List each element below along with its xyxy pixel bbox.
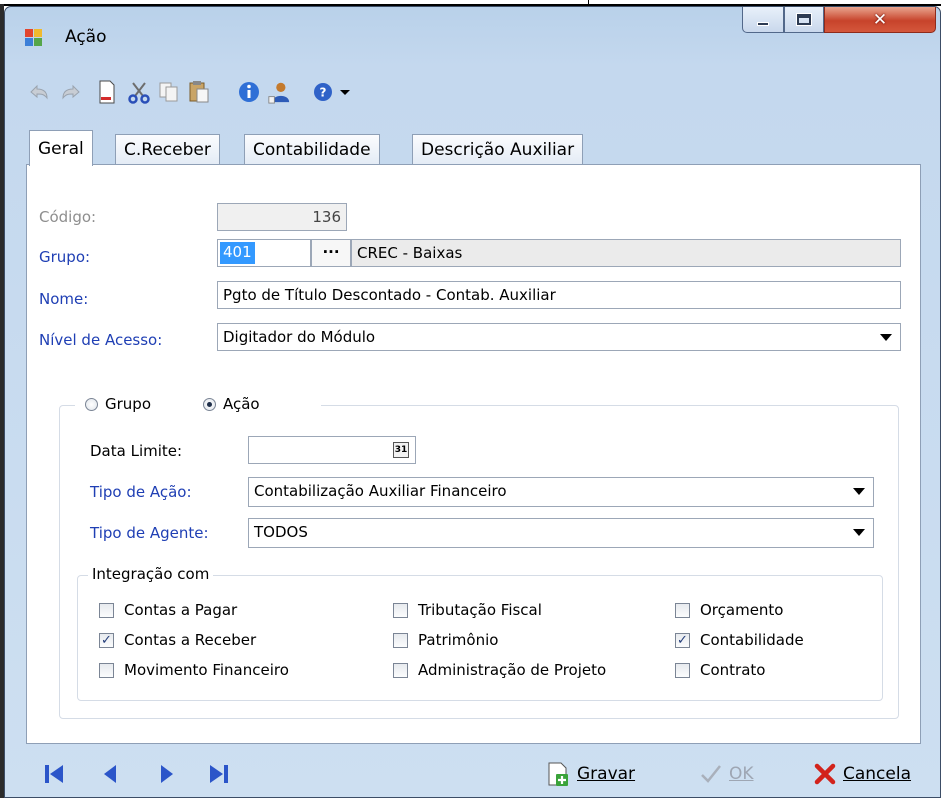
svg-text:?: ?: [320, 86, 327, 100]
nivel-acesso-value: Digitador do Módulo: [223, 328, 376, 346]
data-limite-field[interactable]: 31: [248, 436, 416, 464]
tipo-agente-label: Tipo de Agente:: [90, 524, 209, 542]
tipo-acao-value: Contabilização Auxiliar Financeiro: [254, 482, 507, 500]
maximize-button[interactable]: [784, 7, 824, 33]
nome-field[interactable]: Pgto de Título Descontado - Contab. Auxi…: [217, 281, 901, 309]
patrimonio-label[interactable]: Patrimônio: [418, 631, 498, 649]
redo-icon[interactable]: [59, 79, 83, 105]
data-limite-label: Data Limite:: [90, 442, 183, 460]
cancela-label: Cancela: [843, 764, 912, 784]
tab-c-receber[interactable]: C.Receber: [115, 134, 220, 165]
close-button[interactable]: ✕: [824, 7, 936, 33]
tributacao-fiscal-checkbox[interactable]: [393, 603, 408, 618]
chevron-down-icon: [880, 334, 892, 341]
calendar-icon[interactable]: 31: [393, 442, 409, 458]
tab-geral-label: Geral: [38, 139, 84, 159]
footer-bar: Gravar OK Cancela: [5, 745, 940, 799]
movimento-financeiro-label[interactable]: Movimento Financeiro: [124, 661, 289, 679]
nome-label: Nome:: [39, 290, 89, 308]
tab-strip: Geral C.Receber Contabilidade Descrição …: [29, 130, 669, 166]
ok-button[interactable]: OK: [699, 759, 754, 789]
cut-icon[interactable]: [127, 79, 151, 105]
administracao-de-projeto-checkbox[interactable]: [393, 663, 408, 678]
cancel-icon: [814, 763, 836, 785]
tab-contabilidade-label: Contabilidade: [253, 140, 371, 160]
copy-icon[interactable]: [157, 79, 181, 105]
contrato-label[interactable]: Contrato: [700, 661, 765, 679]
toolbar: ?: [15, 79, 615, 109]
title-bar[interactable]: Ação ✕: [5, 7, 940, 65]
tipo-acao-label: Tipo de Ação:: [90, 483, 192, 501]
maximize-icon: [797, 14, 811, 25]
tab-geral[interactable]: Geral: [29, 130, 93, 166]
grupo-radio-label[interactable]: Grupo: [105, 395, 151, 413]
tab-c-receber-label: C.Receber: [124, 140, 211, 160]
patrimonio-checkbox[interactable]: [393, 633, 408, 648]
nivel-acesso-select[interactable]: Digitador do Módulo: [217, 323, 901, 351]
grupo-label: Grupo:: [39, 248, 91, 266]
integracao-title: Integração com: [88, 565, 214, 583]
info-icon[interactable]: [237, 79, 261, 105]
tab-descricao-auxiliar-label: Descrição Auxiliar: [421, 140, 575, 160]
app-icon: [25, 29, 43, 47]
first-record-icon[interactable]: [43, 763, 65, 785]
acao-radio-label[interactable]: Ação: [223, 395, 260, 413]
grupo-description: CREC - Baixas: [351, 239, 901, 267]
cancela-button[interactable]: Cancela: [813, 759, 911, 789]
mode-radio-group: Grupo Ação: [75, 390, 321, 420]
paste-icon[interactable]: [187, 79, 211, 105]
codigo-field: 136: [217, 203, 347, 231]
contas-a-pagar-checkbox[interactable]: [99, 603, 114, 618]
minimize-icon: [757, 21, 769, 26]
contas-a-receber-checkbox[interactable]: ✓: [99, 633, 114, 648]
user-icon[interactable]: [267, 79, 291, 105]
contrato-checkbox[interactable]: [675, 663, 690, 678]
grupo-code-value: 401: [220, 242, 255, 264]
grupo-field[interactable]: 401: [217, 239, 311, 267]
next-record-icon[interactable]: [158, 763, 176, 785]
tipo-acao-select[interactable]: Contabilização Auxiliar Financeiro: [248, 477, 874, 507]
contabilidade-checkbox[interactable]: ✓: [675, 633, 690, 648]
contas-a-receber-label[interactable]: Contas a Receber: [124, 631, 256, 649]
tributacao-fiscal-label[interactable]: Tributação Fiscal: [418, 601, 542, 619]
minimize-button[interactable]: [742, 7, 784, 33]
gravar-button[interactable]: Gravar: [545, 759, 635, 789]
chevron-down-icon: [853, 529, 865, 536]
tab-contabilidade[interactable]: Contabilidade: [244, 134, 380, 165]
chevron-down-icon: [853, 488, 865, 495]
acao-window: Ação ✕ ? Geral C.Receber Contabilidade D…: [4, 6, 941, 798]
tab-content-geral: Código: 136 Grupo: 401 ··· CREC - Baixas…: [26, 164, 921, 744]
checkmark-icon: [701, 765, 721, 783]
contas-a-pagar-label[interactable]: Contas a Pagar: [124, 601, 237, 619]
administracao-de-projeto-label[interactable]: Administração de Projeto: [418, 661, 606, 679]
acao-radio[interactable]: [203, 398, 216, 411]
window-title: Ação: [65, 27, 107, 47]
orcamento-label[interactable]: Orçamento: [700, 601, 784, 619]
previous-record-icon[interactable]: [101, 763, 119, 785]
nivel-acesso-label: Nível de Acesso:: [39, 331, 163, 349]
grupo-browse-button[interactable]: ···: [311, 239, 351, 267]
undo-icon[interactable]: [27, 79, 51, 105]
dropdown-arrow-icon[interactable]: [333, 79, 357, 105]
last-record-icon[interactable]: [208, 763, 230, 785]
contabilidade-label[interactable]: Contabilidade: [700, 631, 804, 649]
orcamento-checkbox[interactable]: [675, 603, 690, 618]
grupo-radio[interactable]: [85, 398, 98, 411]
tipo-agente-select[interactable]: TODOS: [248, 518, 874, 548]
gravar-label: Gravar: [577, 764, 636, 784]
tipo-agente-value: TODOS: [254, 523, 308, 541]
close-icon: ✕: [872, 9, 888, 30]
codigo-label: Código:: [39, 208, 97, 226]
ok-label: OK: [729, 764, 754, 784]
new-document-icon[interactable]: [95, 79, 119, 105]
movimento-financeiro-checkbox[interactable]: [99, 663, 114, 678]
tab-descricao-auxiliar[interactable]: Descrição Auxiliar: [412, 134, 584, 165]
help-icon[interactable]: ?: [311, 79, 335, 105]
save-icon: [548, 762, 568, 786]
